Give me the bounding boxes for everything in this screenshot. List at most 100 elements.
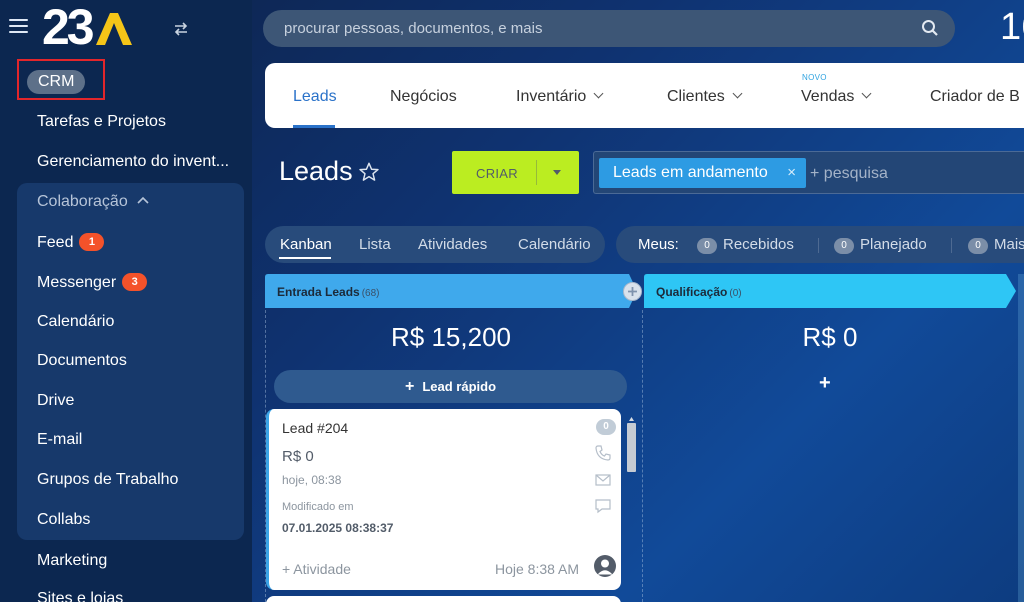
tab-label: Clientes (667, 88, 725, 105)
chevron-down-icon (593, 88, 604, 99)
tab-sales[interactable]: Vendas (801, 88, 872, 106)
quick-lead-label: Lead rápido (422, 379, 497, 394)
sidebar-item-collabs[interactable]: Collabs (37, 511, 90, 529)
search-input[interactable]: procurar pessoas, documentos, e mais (263, 10, 955, 47)
view-switcher: Kanban Lista Atividades Calendário (265, 226, 605, 263)
menu-icon[interactable] (9, 19, 28, 35)
column-title: Entrada Leads (68) (277, 285, 380, 299)
new-flag: NOVO (802, 73, 827, 82)
counter-value: 0 (968, 238, 988, 254)
add-item-button[interactable]: + (819, 372, 831, 395)
chevron-up-icon (137, 196, 149, 204)
view-activities[interactable]: Atividades (418, 236, 487, 253)
active-view-indicator (279, 257, 331, 259)
tab-builder[interactable]: Criador de B (930, 88, 1020, 106)
add-activity-button[interactable]: + Atividade (282, 561, 351, 577)
close-icon[interactable]: × (787, 158, 796, 188)
chevron-down-icon (732, 88, 743, 99)
column-title: Qualificação (0) (656, 285, 742, 299)
counter-value: 0 (834, 238, 854, 254)
card-time: Hoje 8:38 AM (495, 561, 580, 577)
counter-more[interactable]: 0 Mais (968, 236, 1024, 254)
search-placeholder: procurar pessoas, documentos, e mais (284, 20, 543, 37)
tab-deals[interactable]: Negócios (390, 88, 457, 106)
user-avatar-icon[interactable] (594, 555, 616, 577)
next-column-edge (1018, 274, 1024, 602)
card-modified-label: Modificado em (282, 501, 354, 513)
sidebar-item-crm[interactable]: CRM (27, 70, 86, 94)
view-list[interactable]: Lista (359, 236, 391, 253)
sidebar-item-messenger[interactable]: Messenger 3 (37, 273, 148, 292)
collab-title: Colaboração (37, 193, 128, 210)
counters-label: Meus: (638, 236, 679, 253)
sidebar-item-inventory[interactable]: Gerenciamento do invent... (37, 153, 229, 171)
tab-leads[interactable]: Leads (293, 88, 337, 106)
tab-label: Vendas (801, 88, 855, 105)
column-title-text: Entrada Leads (277, 285, 360, 299)
sidebar-item-documents[interactable]: Documentos (37, 352, 127, 370)
search-icon[interactable] (921, 19, 939, 37)
plus-icon: + (404, 378, 415, 395)
filter-tag[interactable]: Leads em andamento × (599, 158, 806, 188)
sidebar-item-marketing[interactable]: Marketing (37, 552, 107, 570)
column-count: (0) (729, 288, 742, 299)
view-kanban[interactable]: Kanban (280, 236, 332, 253)
sidebar-item-email[interactable]: E-mail (37, 431, 82, 449)
sidebar-item-feed[interactable]: Feed 1 (37, 233, 105, 252)
counters-bar: Meus: 0 Recebidos 0 Planejado 0 Mais (616, 226, 1024, 263)
column-sum: R$ 15,200 (391, 322, 511, 352)
counter-received[interactable]: 0 Recebidos (697, 236, 794, 254)
logo-mark-icon (95, 13, 132, 45)
card-title[interactable]: Lead #204 (282, 420, 348, 436)
counter-label: Mais (994, 236, 1024, 253)
card-amount: R$ 0 (282, 448, 314, 465)
create-button-label: CRIAR (476, 166, 518, 181)
quick-lead-button[interactable]: + Lead rápido (274, 370, 627, 403)
chat-icon[interactable] (594, 497, 612, 515)
sidebar-item-label: Feed (37, 234, 74, 251)
sidebar-group-collab[interactable]: Colaboração (37, 193, 149, 211)
divider (951, 238, 952, 253)
star-icon[interactable] (358, 161, 380, 183)
lead-card-next[interactable] (266, 596, 621, 602)
sidebar-item-calendar[interactable]: Calendário (37, 313, 114, 331)
counter-planned[interactable]: 0 Planejado (834, 236, 927, 254)
clock: 16 (1000, 6, 1024, 48)
messenger-count-badge: 3 (122, 273, 148, 291)
scrollbar-thumb[interactable] (627, 423, 636, 472)
sidebar-item-sites[interactable]: Sites e lojas (37, 590, 123, 602)
column-header-entrada-text[interactable]: Entrada Leads (68) (265, 274, 637, 308)
tab-inventory[interactable]: Inventário (516, 88, 604, 106)
card-date: hoje, 08:38 (282, 473, 342, 487)
counter-value: 0 (697, 238, 717, 254)
add-column-icon[interactable] (623, 282, 642, 301)
sidebar-item-tasks[interactable]: Tarefas e Projetos (37, 113, 166, 131)
swap-icon[interactable] (173, 22, 189, 36)
sidebar-item-drive[interactable]: Drive (37, 392, 74, 410)
tab-clients[interactable]: Clientes (667, 88, 743, 106)
create-dropdown-icon[interactable] (553, 170, 561, 175)
counter-label: Planejado (860, 236, 927, 253)
filter-search-input[interactable]: + pesquisa (810, 165, 888, 183)
sidebar-item-workgroups[interactable]: Grupos de Trabalho (37, 471, 178, 489)
email-icon[interactable] (594, 471, 612, 489)
divider (818, 238, 819, 253)
card-counter-badge: 0 (596, 419, 616, 435)
lead-card[interactable]: Lead #204 0 R$ 0 hoje, 08:38 Modificado … (266, 409, 621, 590)
feed-count-badge: 1 (79, 233, 105, 251)
tab-label: Inventário (516, 88, 587, 105)
phone-icon[interactable] (594, 444, 612, 462)
view-calendar[interactable]: Calendário (518, 236, 591, 253)
logo-text: 23 (42, 0, 95, 55)
filter-search-box[interactable]: Leads em andamento × + pesquisa (593, 151, 1024, 194)
card-modified-value: 07.01.2025 08:38:37 (282, 521, 394, 535)
crm-tabs: Leads Negócios Inventário Clientes NOVO … (265, 63, 1024, 128)
column-sum: R$ 0 (802, 322, 858, 352)
filter-tag-label: Leads em andamento (613, 164, 768, 181)
column-count: (68) (361, 288, 380, 299)
create-button[interactable]: CRIAR (452, 151, 579, 194)
sidebar-item-label: Messenger (37, 274, 117, 291)
logo[interactable]: 23 (42, 2, 134, 52)
column-title-text: Qualificação (656, 285, 728, 299)
column-header-qualificacao-text[interactable]: Qualificação (0) (644, 274, 1016, 308)
